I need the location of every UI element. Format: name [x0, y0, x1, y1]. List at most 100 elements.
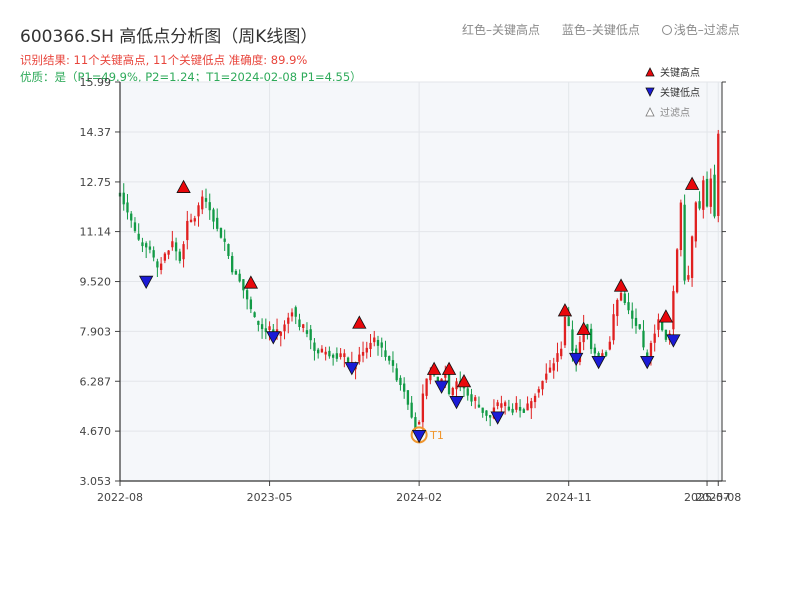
candle — [369, 342, 372, 350]
candle — [249, 299, 253, 310]
y-tick-label: 14.37 — [80, 126, 112, 139]
candle — [470, 394, 473, 402]
candle — [197, 205, 200, 217]
candle — [593, 347, 597, 354]
candle — [567, 317, 570, 327]
candle — [395, 368, 398, 381]
candle — [717, 133, 720, 216]
y-tick-label: 15.99 — [80, 76, 112, 89]
candle — [477, 404, 481, 408]
candle — [178, 251, 181, 261]
legend-swatch-icon — [645, 67, 655, 77]
candle — [328, 350, 331, 357]
candle — [417, 421, 421, 425]
candle — [661, 321, 664, 331]
candle — [384, 350, 387, 357]
candle — [541, 380, 544, 390]
candle — [376, 339, 380, 346]
candle — [373, 337, 376, 343]
candle — [294, 307, 297, 317]
candle — [290, 312, 294, 317]
candle — [156, 261, 159, 268]
candle — [208, 202, 211, 211]
candle — [709, 178, 712, 207]
candle — [320, 348, 324, 353]
candle — [690, 236, 694, 278]
candle — [201, 196, 204, 210]
candle — [589, 328, 593, 350]
candle — [631, 310, 634, 319]
candle — [193, 218, 196, 222]
candle — [545, 373, 548, 380]
candle — [216, 217, 219, 229]
candle — [253, 312, 256, 318]
candle — [455, 381, 458, 390]
y-tick-label: 7.903 — [80, 325, 112, 338]
candle — [623, 293, 626, 303]
candle — [537, 389, 540, 393]
candle — [204, 198, 208, 202]
y-tick-label: 4.670 — [80, 425, 112, 438]
candle — [604, 352, 608, 356]
candle — [612, 314, 615, 341]
candle — [324, 351, 327, 355]
y-tick-label: 9.520 — [80, 276, 112, 289]
candle — [466, 388, 469, 396]
legend-label: 过滤点 — [660, 106, 690, 119]
candle — [410, 402, 413, 418]
legend-label: 关键高点 — [660, 66, 700, 79]
candle — [552, 363, 555, 371]
candle — [122, 192, 125, 205]
candle — [608, 341, 611, 350]
candle — [152, 250, 155, 258]
candle — [683, 204, 686, 281]
candle — [698, 201, 701, 209]
candle — [515, 402, 518, 410]
candle — [186, 220, 189, 241]
candle — [425, 378, 428, 396]
candle — [388, 356, 391, 361]
candle — [212, 209, 215, 222]
candle — [260, 324, 264, 330]
candle — [518, 406, 522, 411]
candle — [522, 409, 525, 413]
candle — [485, 410, 488, 416]
candle — [679, 202, 683, 251]
candle — [219, 227, 223, 238]
candle — [619, 292, 623, 301]
candle — [171, 241, 174, 248]
candle — [649, 343, 653, 357]
candle — [227, 244, 230, 256]
candle — [245, 290, 249, 300]
candle — [163, 253, 167, 261]
candle — [305, 330, 309, 334]
candle — [672, 291, 675, 330]
candle — [331, 354, 335, 358]
candle — [361, 352, 365, 356]
candle — [702, 180, 705, 210]
candle — [421, 393, 425, 423]
candle — [526, 403, 529, 411]
candle — [507, 406, 511, 411]
candle — [489, 415, 492, 418]
candle — [451, 387, 454, 396]
candle — [511, 408, 514, 413]
x-tick-label: 2024-11 — [546, 491, 592, 504]
candle — [571, 329, 574, 352]
y-tick-label: 11.14 — [80, 226, 112, 239]
candle — [429, 374, 432, 381]
candle — [705, 178, 709, 207]
candle — [133, 222, 137, 231]
x-tick-label: 2022-08 — [97, 491, 143, 504]
candle — [560, 348, 563, 357]
candle — [238, 273, 241, 282]
y-tick-label: 12.75 — [80, 176, 112, 189]
candle — [182, 244, 185, 260]
candle — [634, 317, 638, 326]
candle — [481, 407, 484, 413]
candle — [309, 329, 312, 341]
candle — [414, 417, 417, 429]
candle — [403, 383, 406, 392]
candle — [126, 202, 129, 213]
candle — [563, 316, 567, 346]
